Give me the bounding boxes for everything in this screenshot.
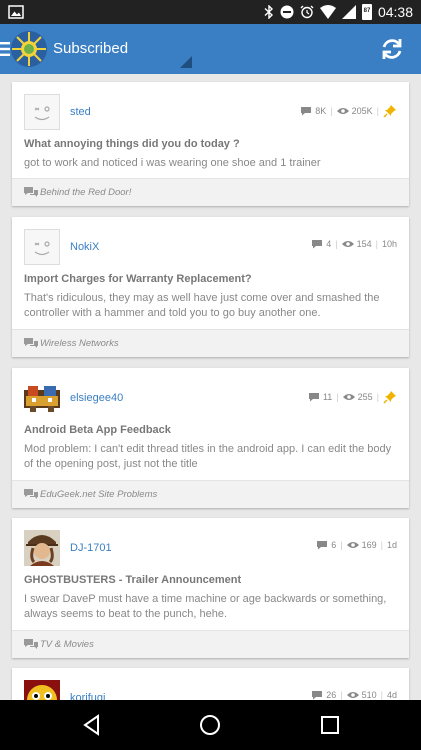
- forum-name[interactable]: EduGeek.net Site Problems: [40, 489, 157, 500]
- forum-name[interactable]: Wireless Networks: [40, 338, 119, 349]
- separator: |: [335, 239, 338, 249]
- view-count: 205K: [351, 106, 373, 116]
- thread-excerpt: I swear DaveP must have a time machine o…: [24, 593, 387, 620]
- recents-icon[interactable]: [318, 713, 342, 737]
- view-count: 255: [357, 392, 373, 402]
- view-count: 169: [361, 540, 377, 550]
- battery-icon: 87: [361, 4, 372, 20]
- thread-age: 4d: [386, 690, 397, 700]
- avatar[interactable]: [24, 94, 60, 130]
- forum-chat-icon: [24, 639, 38, 649]
- smiley-avatar-icon: [34, 106, 50, 121]
- comment-icon: [308, 393, 319, 402]
- thread-title[interactable]: Android Beta App Feedback: [24, 424, 397, 436]
- eye-icon: [342, 394, 355, 400]
- thread-age: 1d: [386, 540, 397, 550]
- separator: |: [375, 239, 378, 249]
- thread-stats: 11 | 255 |: [308, 390, 397, 404]
- bluetooth-icon: [264, 5, 273, 19]
- thread-card[interactable]: elsiegee40 11 | 255 | Android Beta App F…: [12, 368, 409, 508]
- cartoon-face-avatar-icon[interactable]: [24, 680, 60, 700]
- eye-icon: [346, 542, 359, 548]
- thread-excerpt: got to work and noticed i was wearing on…: [24, 157, 321, 169]
- thread-card[interactable]: sted 8K | 205K | What annoying things di…: [12, 82, 409, 206]
- reply-count: 11: [322, 392, 333, 402]
- app-logo-icon[interactable]: [10, 30, 48, 68]
- username[interactable]: NokiX: [70, 241, 99, 253]
- eye-icon: [341, 241, 354, 247]
- thread-title[interactable]: GHOSTBUSTERS - Trailer Announcement: [24, 574, 397, 586]
- separator: |: [340, 540, 343, 550]
- system-nav-bar: [0, 700, 421, 750]
- dropdown-indicator-icon[interactable]: [180, 56, 192, 68]
- app-bar: Subscribed: [0, 24, 421, 74]
- do-not-disturb-icon: [280, 5, 294, 19]
- comment-icon: [312, 240, 323, 249]
- view-count: 154: [356, 239, 372, 249]
- avatar[interactable]: [24, 229, 60, 265]
- comment-icon: [312, 691, 323, 700]
- thread-stats: 26 | 510 | 4d: [311, 690, 397, 700]
- page-title[interactable]: Subscribed: [53, 40, 128, 57]
- reply-count: 8K: [315, 106, 327, 116]
- thread-stats: 8K | 205K |: [300, 104, 397, 118]
- separator: |: [330, 106, 333, 116]
- thread-card[interactable]: NokiX 4 | 154 | 10h Import Charges for W…: [12, 217, 409, 357]
- eye-icon: [336, 108, 349, 114]
- username[interactable]: korifugi: [70, 692, 105, 700]
- wifi-icon: [319, 5, 336, 19]
- forum-chat-icon: [24, 489, 38, 499]
- thread-footer[interactable]: TV & Movies: [12, 630, 409, 658]
- thread-excerpt: That's ridiculous, they may as well have…: [24, 292, 380, 319]
- thread-stats: 6 | 169 | 1d: [316, 540, 397, 550]
- separator: |: [340, 690, 343, 700]
- forum-name[interactable]: TV & Movies: [40, 639, 94, 650]
- username[interactable]: DJ-1701: [70, 542, 112, 554]
- comment-icon: [301, 107, 312, 116]
- separator: |: [376, 392, 379, 402]
- separator: |: [336, 392, 339, 402]
- eye-icon: [346, 692, 359, 698]
- view-count: 510: [361, 690, 377, 700]
- thread-card[interactable]: korifugi 26 | 510 | 4d: [12, 668, 409, 700]
- status-bar: 87 04:38: [0, 0, 421, 24]
- thread-footer[interactable]: Behind the Red Door!: [12, 178, 409, 206]
- thread-title[interactable]: What annoying things did you do today ?: [24, 138, 397, 150]
- thread-stats: 4 | 154 | 10h: [311, 239, 397, 249]
- separator: |: [380, 690, 383, 700]
- refresh-icon[interactable]: [379, 36, 405, 62]
- thread-age: 10h: [381, 239, 397, 249]
- forum-name[interactable]: Behind the Red Door!: [40, 187, 131, 198]
- pin-icon: [383, 391, 396, 404]
- status-time: 04:38: [377, 4, 413, 20]
- username[interactable]: elsiegee40: [70, 392, 123, 404]
- signal-icon: [341, 5, 356, 19]
- smiley-avatar-icon: [34, 241, 50, 256]
- thread-card[interactable]: DJ-1701 6 | 169 | 1d GHOSTBUSTERS - Trai…: [12, 518, 409, 658]
- separator: |: [380, 540, 383, 550]
- reply-count: 26: [326, 690, 337, 700]
- person-photo-avatar-icon[interactable]: [24, 530, 60, 566]
- image-notification-icon: [8, 5, 24, 19]
- reply-count: 4: [326, 239, 332, 249]
- reply-count: 6: [331, 540, 337, 550]
- thread-footer[interactable]: EduGeek.net Site Problems: [12, 480, 409, 508]
- username[interactable]: sted: [70, 106, 91, 118]
- thread-title[interactable]: Import Charges for Warranty Replacement?: [24, 273, 397, 285]
- pixel-creature-avatar-icon[interactable]: [24, 380, 60, 416]
- pin-icon: [383, 105, 396, 118]
- alarm-icon: [300, 5, 314, 19]
- battery-level: 87: [363, 8, 371, 14]
- thread-footer[interactable]: Wireless Networks: [12, 329, 409, 357]
- comment-icon: [317, 541, 328, 550]
- separator: |: [376, 106, 379, 116]
- thread-excerpt: Mod problem: I can't edit thread titles …: [24, 443, 392, 470]
- forum-chat-icon: [24, 187, 38, 197]
- home-icon[interactable]: [198, 713, 222, 737]
- thread-list: sted 8K | 205K | What annoying things di…: [0, 74, 421, 700]
- forum-chat-icon: [24, 338, 38, 348]
- back-icon[interactable]: [80, 713, 104, 737]
- hamburger-icon[interactable]: [0, 41, 10, 57]
